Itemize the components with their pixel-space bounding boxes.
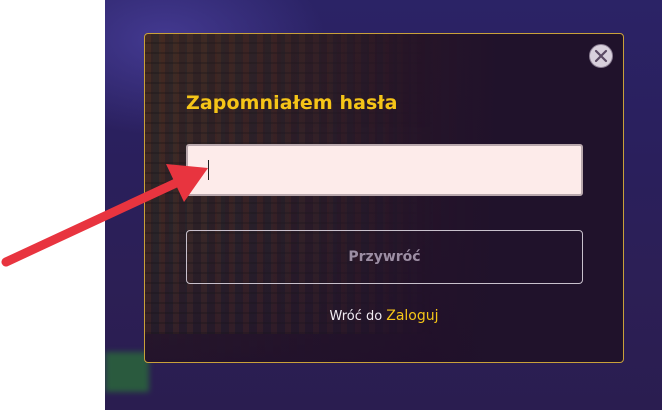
close-icon <box>594 49 608 63</box>
backdrop-blurred-button <box>105 352 149 392</box>
text-caret <box>208 160 209 180</box>
login-link[interactable]: Zaloguj <box>386 308 438 324</box>
close-button[interactable] <box>589 44 613 68</box>
modal-title: Zapomniałem hasła <box>186 92 398 114</box>
forgot-password-modal: Zapomniałem hasła Przywróć Wróć do Zalogu… <box>144 33 624 363</box>
back-to-login-row: Wróć do Zaloguj <box>145 308 623 324</box>
email-input[interactable] <box>186 144 583 196</box>
back-to-label: Wróć do <box>329 309 383 324</box>
restore-button[interactable]: Przywróć <box>186 230 583 284</box>
